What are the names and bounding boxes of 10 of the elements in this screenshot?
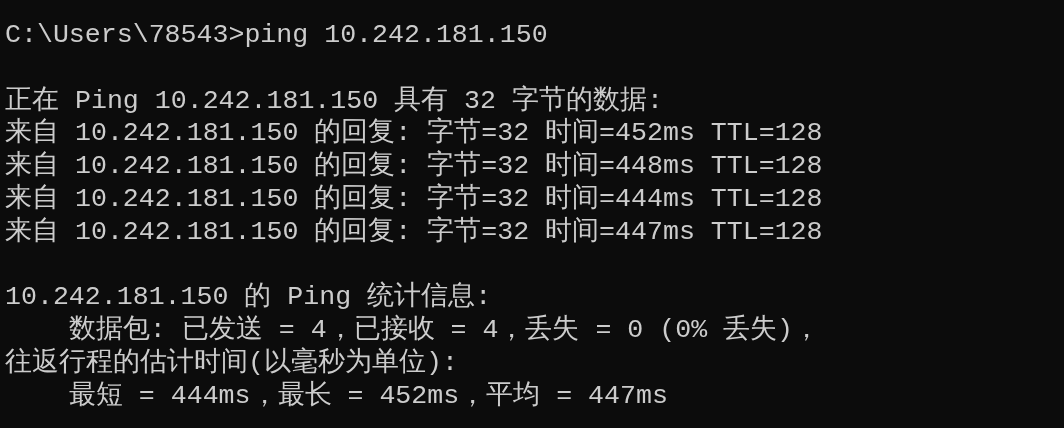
console-line: 来自 10.242.181.150 的回复: 字节=32 时间=452ms TTL=128	[5, 117, 823, 150]
console-line: 数据包: 已发送 = 4，已接收 = 4，丢失 = 0 (0% 丢失)，	[67, 314, 820, 347]
console-line: 来自 10.242.181.150 的回复: 字节=32 时间=447ms TTL=128	[5, 215, 823, 249]
console-line: 10.242.181.150 的 Ping 统计信息:	[5, 281, 492, 314]
console-line: 最短 = 444ms，最长 = 452ms，平均 = 447ms	[67, 379, 668, 413]
console-line: 往返行程的估计时间(以毫秒为单位):	[5, 346, 458, 380]
console-line: 正在 Ping 10.242.181.150 具有 32 字节的数据:	[5, 84, 663, 117]
console-line: C:\Users\78543>ping 10.242.181.150	[5, 19, 548, 52]
console-line: 来自 10.242.181.150 的回复: 字节=32 时间=444ms TTL=128	[5, 183, 823, 216]
console-line: 来自 10.242.181.150 的回复: 字节=32 时间=448ms TTL=128	[5, 150, 823, 183]
